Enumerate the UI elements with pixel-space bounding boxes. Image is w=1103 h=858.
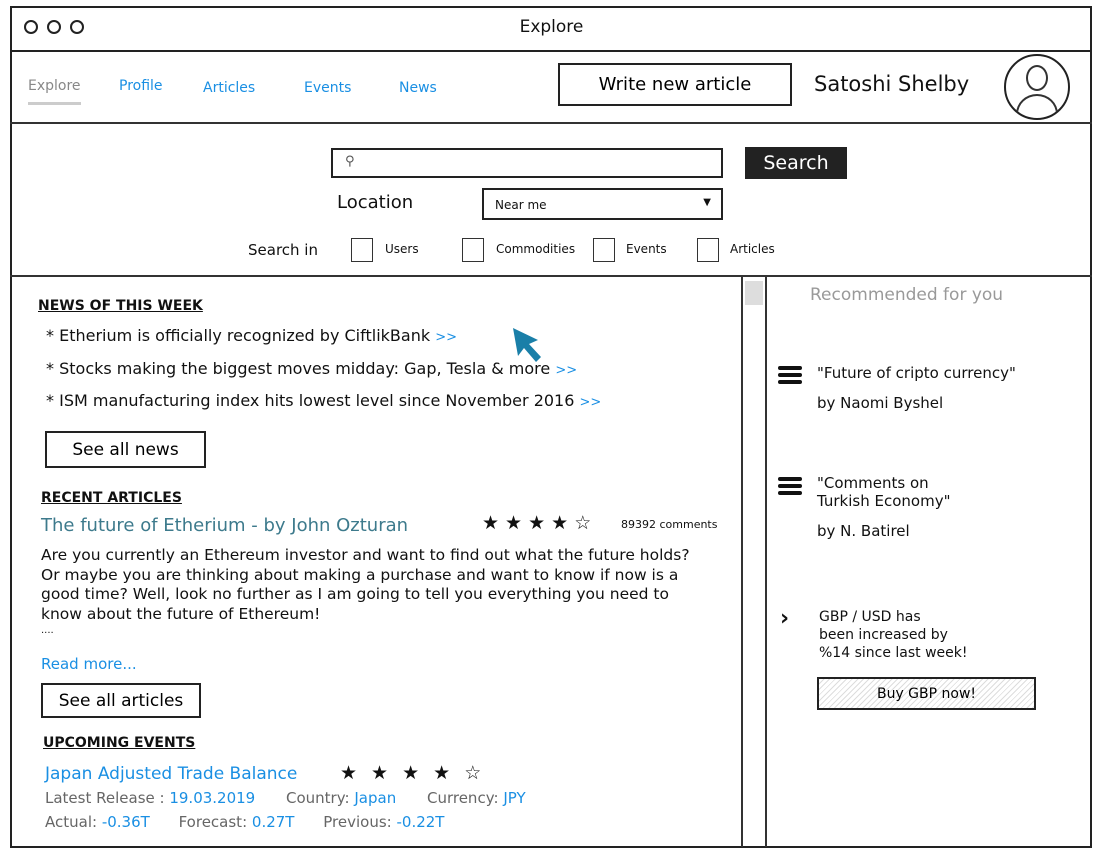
- nav-news[interactable]: News: [399, 80, 437, 96]
- recommended-article-title[interactable]: "Comments on: [817, 474, 929, 492]
- users-checkbox[interactable]: [351, 238, 373, 262]
- search-icon: ⚲: [345, 154, 355, 169]
- previous-value: -0.22T: [396, 813, 445, 831]
- news-item-text[interactable]: Etherium is officially recognized by Cif…: [59, 326, 430, 345]
- buy-gbp-button[interactable]: Buy GBP now!: [817, 677, 1036, 710]
- recommended-article-author: by N. Batirel: [817, 522, 910, 540]
- star-empty-icon: ☆: [574, 512, 592, 534]
- users-label: Users: [385, 242, 419, 256]
- promo-line: %14 since last week!: [819, 645, 968, 661]
- news-item: * Etherium is officially recognized by C…: [46, 326, 457, 345]
- star-filled-icon: ★: [551, 512, 569, 534]
- star-filled-icon: ★: [402, 762, 420, 784]
- chevron-right-icon: ›: [780, 606, 790, 631]
- see-all-news-button[interactable]: See all news: [45, 431, 206, 468]
- actual-label: Actual:: [45, 813, 98, 831]
- star-filled-icon: ★: [433, 762, 451, 784]
- user-name: Satoshi Shelby: [814, 72, 970, 96]
- actual-value: -0.36T: [101, 813, 150, 831]
- content-divider: [10, 275, 1092, 277]
- news-more-link[interactable]: >>: [580, 395, 602, 410]
- event-details-row-2: Actual: -0.36T Forecast: 0.27T Previous:…: [45, 813, 444, 831]
- news-heading: NEWS OF THIS WEEK: [38, 298, 203, 314]
- location-selected-value: Near me: [495, 198, 547, 212]
- scrollbar-thumb[interactable]: [745, 281, 763, 305]
- location-dropdown[interactable]: Near me ▼: [482, 188, 723, 220]
- star-empty-icon: ☆: [464, 762, 482, 784]
- search-in-label: Search in: [248, 241, 318, 259]
- promo-line: GBP / USD has: [819, 609, 921, 625]
- avatar-head: [1026, 65, 1048, 91]
- star-filled-icon: ★: [505, 512, 523, 534]
- avatar-body: [1016, 94, 1058, 118]
- country-value: Japan: [354, 789, 397, 807]
- articles-label: Articles: [730, 242, 775, 256]
- search-text-field[interactable]: [363, 152, 713, 174]
- upcoming-events-heading: UPCOMING EVENTS: [43, 735, 196, 751]
- article-rating: ★ ★ ★ ★ ☆: [482, 512, 597, 534]
- event-rating: ★ ★ ★ ★ ☆: [340, 762, 487, 784]
- nav-explore[interactable]: Explore: [28, 78, 81, 105]
- mouse-cursor-icon: [513, 328, 541, 362]
- news-item: * ISM manufacturing index hits lowest le…: [46, 391, 602, 410]
- latest-release-label: Latest Release :: [45, 789, 165, 807]
- main-scrollbar[interactable]: [741, 277, 767, 847]
- commodities-label: Commodities: [496, 242, 576, 256]
- window-title: Explore: [519, 17, 584, 37]
- article-title-link[interactable]: The future of Etherium - by John Ozturan: [41, 515, 408, 536]
- star-filled-icon: ★: [340, 762, 358, 784]
- currency-value: JPY: [503, 789, 526, 807]
- star-filled-icon: ★: [482, 512, 500, 534]
- see-all-articles-button[interactable]: See all articles: [41, 683, 201, 718]
- recommended-heading: Recommended for you: [810, 285, 1004, 305]
- recommended-article-title[interactable]: "Future of cripto currency": [817, 364, 1016, 382]
- commodities-checkbox[interactable]: [462, 238, 484, 262]
- list-icon: [778, 366, 802, 387]
- user-avatar-icon[interactable]: [1004, 54, 1070, 120]
- write-new-article-button[interactable]: Write new article: [558, 63, 792, 106]
- window-frame: [10, 6, 1092, 848]
- event-title-link[interactable]: Japan Adjusted Trade Balance: [45, 764, 297, 784]
- read-more-link[interactable]: Read more...: [41, 655, 137, 673]
- recommended-article-author: by Naomi Byshel: [817, 394, 944, 412]
- news-item-text[interactable]: ISM manufacturing index hits lowest leve…: [59, 391, 574, 410]
- star-filled-icon: ★: [371, 762, 389, 784]
- location-label: Location: [337, 192, 414, 213]
- recent-articles-heading: RECENT ARTICLES: [41, 490, 182, 506]
- news-item-text[interactable]: Stocks making the biggest moves midday: …: [59, 359, 550, 378]
- news-item: * Stocks making the biggest moves midday…: [46, 359, 578, 378]
- news-more-link[interactable]: >>: [555, 363, 577, 378]
- promo-text: GBP / USD has been increased by %14 sinc…: [819, 608, 967, 662]
- recommended-article-title-line2[interactable]: Turkish Economy": [817, 492, 950, 510]
- search-button[interactable]: Search: [745, 147, 847, 179]
- previous-label: Previous:: [323, 813, 392, 831]
- nav-articles[interactable]: Articles: [203, 80, 255, 96]
- events-checkbox[interactable]: [593, 238, 615, 262]
- promo-line: been increased by: [819, 627, 948, 643]
- events-label: Events: [626, 242, 667, 256]
- article-excerpt: Are you currently an Ethereum investor a…: [41, 546, 690, 623]
- latest-release-value: 19.03.2019: [169, 789, 256, 807]
- nav-events[interactable]: Events: [304, 80, 351, 96]
- news-more-link[interactable]: >>: [435, 330, 457, 345]
- chevron-down-icon: ▼: [703, 197, 711, 208]
- star-filled-icon: ★: [528, 512, 546, 534]
- forecast-value: 0.27T: [251, 813, 295, 831]
- search-input[interactable]: ⚲: [331, 148, 723, 178]
- list-icon: [778, 477, 802, 498]
- currency-label: Currency:: [426, 789, 499, 807]
- header-divider: [10, 122, 1092, 124]
- forecast-label: Forecast:: [178, 813, 248, 831]
- articles-checkbox[interactable]: [697, 238, 719, 262]
- article-ellipsis: ....: [41, 625, 54, 636]
- article-comments-count[interactable]: 89392 comments: [621, 518, 717, 531]
- event-details-row-1: Latest Release : 19.03.2019 Country: Jap…: [45, 789, 526, 807]
- nav-profile[interactable]: Profile: [119, 78, 163, 94]
- country-label: Country:: [286, 789, 350, 807]
